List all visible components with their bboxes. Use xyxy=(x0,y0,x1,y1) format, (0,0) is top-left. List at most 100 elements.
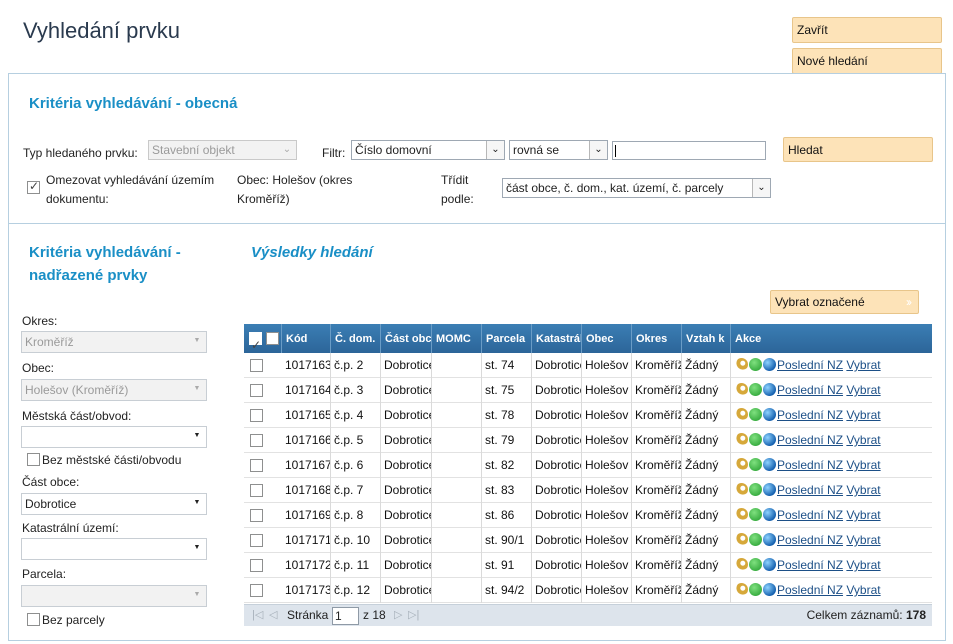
last-nz-link[interactable]: Poslední NZ xyxy=(777,508,843,522)
search-button[interactable]: Hledat xyxy=(783,137,933,162)
select-link[interactable]: Vybrat xyxy=(846,558,880,572)
globe-icon[interactable] xyxy=(763,483,776,496)
ok-check-icon[interactable] xyxy=(749,408,762,421)
row-checkbox[interactable] xyxy=(250,484,263,497)
globe-icon[interactable] xyxy=(763,533,776,546)
page-number-input[interactable]: 1 xyxy=(332,607,359,625)
last-nz-link[interactable]: Poslední NZ xyxy=(777,358,843,372)
parcela-select[interactable]: ▼ xyxy=(21,585,207,607)
globe-icon[interactable] xyxy=(763,358,776,371)
table-row[interactable]: 1017173 č.p. 12 Dobrotice st. 94/2 Dobrotice… xyxy=(244,578,932,603)
row-checkbox[interactable] xyxy=(250,359,263,372)
globe-icon[interactable] xyxy=(763,458,776,471)
first-page-icon[interactable]: |◁ xyxy=(252,605,263,626)
select-marked-button[interactable]: Vybrat označené ›› xyxy=(770,290,919,314)
magnifier-icon[interactable] xyxy=(735,533,748,546)
bez-mestske-casti-checkbox[interactable] xyxy=(27,453,40,466)
select-link[interactable]: Vybrat xyxy=(846,433,880,447)
new-search-button[interactable]: Nové hledání xyxy=(792,48,942,74)
table-row[interactable]: 1017169 č.p. 8 Dobrotice st. 86 Dobrotice Hol… xyxy=(244,503,932,528)
table-row[interactable]: 1017167 č.p. 6 Dobrotice st. 82 Dobrotice Hol… xyxy=(244,453,932,478)
select-link[interactable]: Vybrat xyxy=(846,383,880,397)
ok-check-icon[interactable] xyxy=(749,508,762,521)
filter-value-input[interactable] xyxy=(612,141,766,160)
filter-operator-select[interactable]: rovná se ⌄ xyxy=(509,140,608,160)
row-checkbox[interactable] xyxy=(250,584,263,597)
header-cast-obce[interactable]: Část obce xyxy=(381,324,432,353)
globe-icon[interactable] xyxy=(763,433,776,446)
table-row[interactable]: 1017172 č.p. 11 Dobrotice st. 91 Dobrotice Ho… xyxy=(244,553,932,578)
row-checkbox[interactable] xyxy=(250,409,263,422)
row-checkbox[interactable] xyxy=(250,459,263,472)
row-checkbox[interactable] xyxy=(250,384,263,397)
table-row[interactable]: 1017164 č.p. 3 Dobrotice st. 75 Dobrotice Hol… xyxy=(244,378,932,403)
header-vztah[interactable]: Vztah k xyxy=(682,324,731,353)
globe-icon[interactable] xyxy=(763,408,776,421)
header-kod[interactable]: Kód xyxy=(282,324,331,353)
filter-field-select[interactable]: Číslo domovní ⌄ xyxy=(351,140,505,160)
okres-select[interactable]: Kroměříž ▼ xyxy=(21,331,207,353)
magnifier-icon[interactable] xyxy=(735,583,748,596)
last-nz-link[interactable]: Poslední NZ xyxy=(777,408,843,422)
obec-select[interactable]: Holešov (Kroměříž) ▼ xyxy=(21,379,207,401)
ok-check-icon[interactable] xyxy=(749,558,762,571)
select-link[interactable]: Vybrat xyxy=(846,583,880,597)
header-checked-icon[interactable] xyxy=(249,330,262,353)
table-row[interactable]: 1017168 č.p. 7 Dobrotice st. 83 Dobrotice Hol… xyxy=(244,478,932,503)
globe-icon[interactable] xyxy=(763,383,776,396)
table-row[interactable]: 1017163 č.p. 2 Dobrotice st. 74 Dobrotice Hol… xyxy=(244,353,932,378)
row-checkbox[interactable] xyxy=(250,559,263,572)
last-nz-link[interactable]: Poslední NZ xyxy=(777,583,843,597)
row-checkbox[interactable] xyxy=(250,434,263,447)
magnifier-icon[interactable] xyxy=(735,508,748,521)
magnifier-icon[interactable] xyxy=(735,433,748,446)
magnifier-icon[interactable] xyxy=(735,558,748,571)
last-nz-link[interactable]: Poslední NZ xyxy=(777,433,843,447)
ok-check-icon[interactable] xyxy=(749,483,762,496)
katastralni-uzemi-select[interactable]: ▼ xyxy=(21,538,207,560)
select-link[interactable]: Vybrat xyxy=(846,533,880,547)
magnifier-icon[interactable] xyxy=(735,483,748,496)
header-katastralni-uzemi[interactable]: Katastrální území xyxy=(532,324,582,353)
last-page-icon[interactable]: ▷| xyxy=(408,605,419,626)
magnifier-icon[interactable] xyxy=(735,458,748,471)
mestska-cast-select[interactable]: ▼ xyxy=(21,426,207,448)
ok-check-icon[interactable] xyxy=(749,533,762,546)
header-obec[interactable]: Obec xyxy=(582,324,632,353)
ok-check-icon[interactable] xyxy=(749,433,762,446)
ok-check-icon[interactable] xyxy=(749,458,762,471)
row-checkbox[interactable] xyxy=(250,509,263,522)
select-link[interactable]: Vybrat xyxy=(846,508,880,522)
table-row[interactable]: 1017165 č.p. 4 Dobrotice st. 78 Dobrotice Hol… xyxy=(244,403,932,428)
table-row[interactable]: 1017171 č.p. 10 Dobrotice st. 90/1 Dobrotice… xyxy=(244,528,932,553)
sort-select[interactable]: část obce, č. dom., kat. území, č. parce… xyxy=(502,178,771,198)
header-momc[interactable]: MOMC xyxy=(432,324,482,353)
next-page-icon[interactable]: ▷ xyxy=(394,605,402,626)
last-nz-link[interactable]: Poslední NZ xyxy=(777,383,843,397)
cast-obce-select[interactable]: Dobrotice ▼ xyxy=(21,493,207,515)
select-link[interactable]: Vybrat xyxy=(846,358,880,372)
globe-icon[interactable] xyxy=(763,558,776,571)
header-okres[interactable]: Okres xyxy=(632,324,682,353)
last-nz-link[interactable]: Poslední NZ xyxy=(777,483,843,497)
prev-page-icon[interactable]: ◁ xyxy=(269,605,277,626)
magnifier-icon[interactable] xyxy=(735,408,748,421)
bez-parcely-checkbox[interactable] xyxy=(27,613,40,626)
type-select[interactable]: Stavební objekt ⌄ xyxy=(148,140,297,160)
table-row[interactable]: 1017166 č.p. 5 Dobrotice st. 79 Dobrotice Hol… xyxy=(244,428,932,453)
magnifier-icon[interactable] xyxy=(735,358,748,371)
restrict-checkbox[interactable] xyxy=(27,179,40,194)
select-link[interactable]: Vybrat xyxy=(846,408,880,422)
globe-icon[interactable] xyxy=(763,583,776,596)
last-nz-link[interactable]: Poslední NZ xyxy=(777,558,843,572)
row-checkbox[interactable] xyxy=(250,534,263,547)
select-all-checkbox[interactable] xyxy=(266,332,279,345)
ok-check-icon[interactable] xyxy=(749,583,762,596)
close-button[interactable]: Zavřít xyxy=(792,17,942,43)
select-link[interactable]: Vybrat xyxy=(846,458,880,472)
header-cislo-domovni[interactable]: Č. dom. xyxy=(331,324,381,353)
globe-icon[interactable] xyxy=(763,508,776,521)
last-nz-link[interactable]: Poslední NZ xyxy=(777,458,843,472)
select-link[interactable]: Vybrat xyxy=(846,483,880,497)
ok-check-icon[interactable] xyxy=(749,358,762,371)
